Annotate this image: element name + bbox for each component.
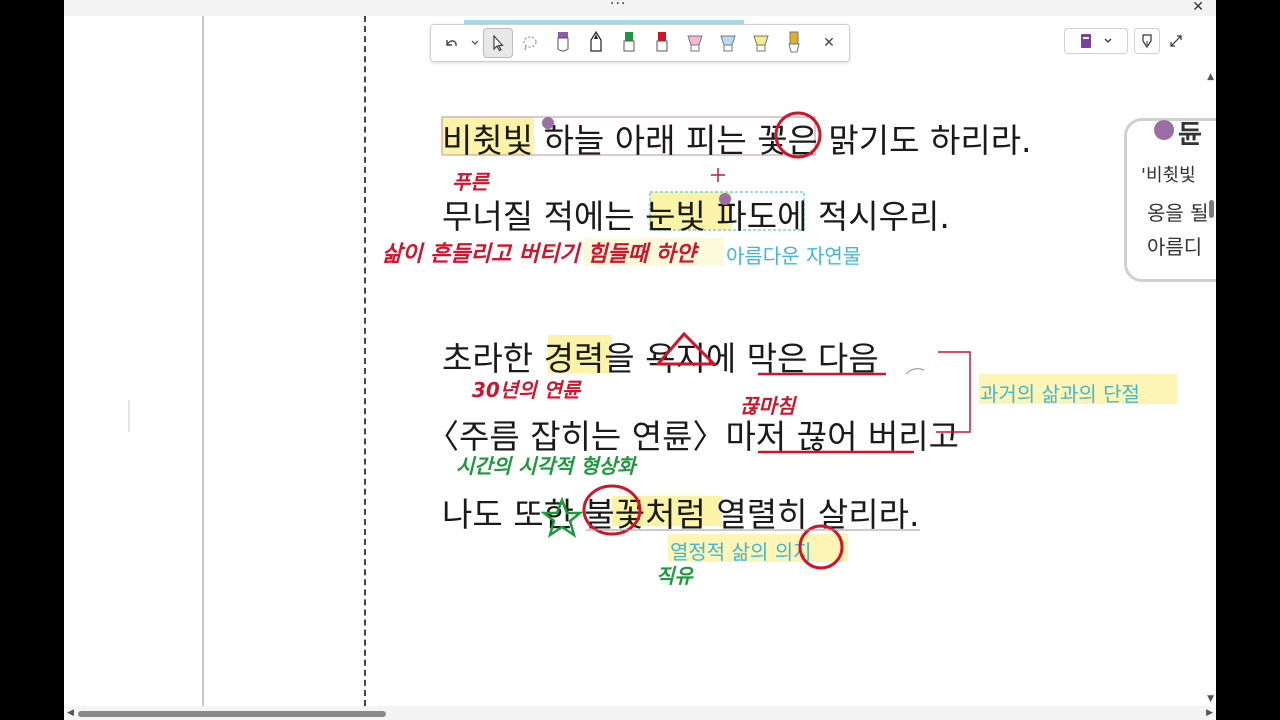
notebook-selector[interactable] <box>1064 28 1128 54</box>
highlighter-pink-button[interactable] <box>679 29 711 57</box>
onenote-window: ··· ✕ ✕ 비췻빛 하늘 아래 피는 꽃은 맑기도 하리라. 무너질 적에는… <box>64 0 1216 720</box>
pen-black-icon <box>590 31 602 52</box>
draw-mode-button[interactable] <box>1134 28 1160 54</box>
side-note-line-3: 아름디 <box>1147 235 1203 259</box>
pen-green-icon <box>623 32 635 52</box>
lasso-tool-button[interactable] <box>514 29 546 57</box>
highlighter-blue-icon <box>720 35 736 52</box>
side-note-title: 듄 <box>1178 120 1202 150</box>
expand-button[interactable] <box>1166 29 1186 53</box>
vertical-scrollbar[interactable] <box>1206 72 1216 692</box>
horizontal-scrollbar[interactable]: ◀ ▶ <box>64 706 1216 720</box>
window-close-button[interactable]: ✕ <box>1192 0 1204 15</box>
scroll-up-icon[interactable]: ▲ <box>1207 72 1214 82</box>
page-edge <box>364 16 366 706</box>
highlighter-gold-icon <box>788 31 800 53</box>
horizontal-scroll-thumb[interactable] <box>78 711 386 717</box>
side-note-line-1: '비췻빛 <box>1141 165 1196 186</box>
undo-icon <box>446 40 457 47</box>
undo-button[interactable] <box>435 29 467 57</box>
side-note-line-2: 옹을 될 <box>1147 201 1209 225</box>
cursor-icon <box>493 34 504 52</box>
pen-purple-icon <box>557 32 569 52</box>
pen-black-button[interactable] <box>580 29 612 57</box>
close-icon: ✕ <box>823 35 835 51</box>
scroll-left-icon[interactable]: ◀ <box>67 708 74 718</box>
pen-green-button[interactable] <box>613 29 645 57</box>
title-bar: ··· ✕ <box>64 0 1216 16</box>
chevron-down-icon <box>1104 38 1112 43</box>
note-nature: 아름다운 자연물 <box>726 244 862 268</box>
pen-red-icon <box>656 32 668 52</box>
scroll-right-icon[interactable]: ▶ <box>1206 708 1213 718</box>
vertical-scroll-thumb[interactable] <box>1209 200 1214 218</box>
highlighter-gold-button[interactable] <box>778 29 810 57</box>
section-divider <box>202 16 204 706</box>
handwriting-blue: 푸른 <box>452 170 489 194</box>
drawing-toolbar: ✕ <box>430 24 850 62</box>
pen-purple-button[interactable] <box>547 29 579 57</box>
crosshair-icon <box>711 168 725 182</box>
handwriting-visualize: 시간의 시각적 형상화 <box>456 454 636 478</box>
pen-red-button[interactable] <box>646 29 678 57</box>
poem-line-2: 무너질 적에는 눈빛 파도에 적시우리. <box>442 197 950 236</box>
pen-icon <box>1142 34 1152 49</box>
handwriting-life-shaken: 삶이 흔들리고 버티기 힘들때 하얀 <box>382 242 696 267</box>
divider-mark <box>128 400 130 432</box>
more-options-icon[interactable]: ··· <box>610 0 626 12</box>
poem-line-3: 초라한 경력을 욕지에 막은 다음 <box>442 339 879 378</box>
highlighter-yellow-icon <box>753 35 769 52</box>
handwriting-simile: 직유 <box>656 564 693 588</box>
chevron-down-icon <box>471 40 479 45</box>
lasso-icon <box>523 36 537 51</box>
handwriting-cut-off: 끊마침 <box>740 394 796 418</box>
highlighter-yellow-button[interactable] <box>745 29 777 57</box>
scroll-down-icon[interactable]: ▼ <box>1207 694 1214 704</box>
note-disconnect: 과거의 삶과의 단절 <box>980 382 1140 406</box>
poem-line-5: 나도 또한 불꽃처럼 열렬히 살리라. <box>442 495 920 534</box>
pen-stroke <box>905 368 925 375</box>
highlighter-pink-icon <box>687 35 703 52</box>
expand-icon <box>1170 35 1182 47</box>
highlighter-blue-button[interactable] <box>712 29 744 57</box>
side-note-box: '비췻빛 옹을 될 아름디 <box>1124 118 1216 282</box>
undo-dropdown[interactable] <box>468 29 482 57</box>
notebook-icon <box>1081 34 1091 48</box>
poem-line-1: 비췻빛 하늘 아래 피는 꽃은 맑기도 하리라. <box>442 121 1032 160</box>
handwriting-years: 30년의 연륜 <box>472 378 581 402</box>
top-right-controls <box>1064 28 1186 54</box>
select-tool-button[interactable] <box>483 28 513 58</box>
toolbar-close-button[interactable]: ✕ <box>813 29 845 57</box>
